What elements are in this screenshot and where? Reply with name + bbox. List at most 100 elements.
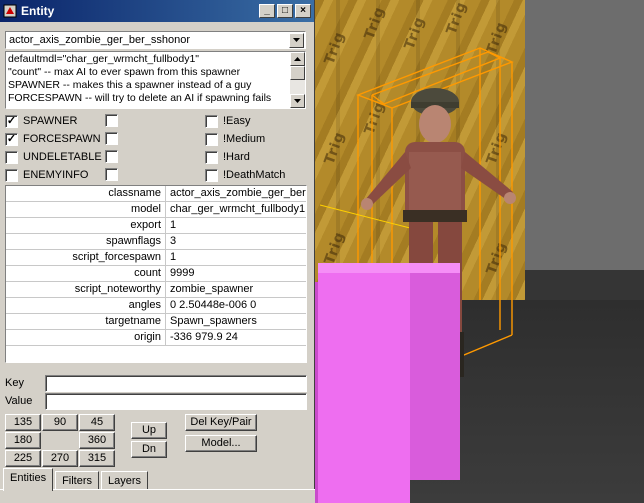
kv-key: model — [6, 202, 166, 217]
angle-90-button[interactable]: 90 — [42, 414, 78, 431]
checkbox-checked-icon[interactable]: ✓ — [5, 114, 18, 128]
angle-135-button[interactable]: 135 — [5, 414, 41, 431]
tab-layers[interactable]: Layers — [101, 471, 149, 491]
checkbox-icon[interactable] — [105, 132, 118, 145]
flag-label: FORCESPAWN — [23, 133, 101, 145]
flag-spawner[interactable]: ✓ SPAWNER — [5, 113, 77, 129]
flag-label: SPAWNER — [23, 115, 78, 127]
table-row[interactable]: export 1 — [6, 218, 306, 234]
pink-brush-top — [318, 263, 460, 273]
scroll-up-icon[interactable] — [290, 52, 305, 66]
value-input[interactable] — [45, 393, 307, 410]
kv-value: 1 — [170, 219, 177, 231]
checkbox-icon[interactable] — [105, 168, 118, 181]
table-row[interactable]: model char_ger_wrmcht_fullbody1 — [6, 202, 306, 218]
scroll-down-icon[interactable] — [290, 94, 305, 108]
kv-key: script_forcespawn — [6, 250, 166, 265]
angle-270-button[interactable]: 270 — [42, 450, 78, 467]
kv-key: targetname — [6, 314, 166, 329]
checkbox-icon[interactable] — [5, 168, 18, 182]
angle-180-button[interactable]: 180 — [5, 432, 41, 449]
table-row[interactable]: angles 0 2.50448e-006 0 — [6, 298, 306, 314]
kv-key: script_noteworthy — [6, 282, 166, 297]
scroll-thumb[interactable] — [290, 66, 305, 80]
checkbox-icon[interactable] — [205, 114, 218, 128]
flag-not-easy[interactable]: !Easy — [205, 113, 251, 129]
angle-360-button[interactable]: 360 — [79, 432, 115, 449]
kv-value: zombie_spawner — [170, 283, 254, 295]
tab-filters[interactable]: Filters — [55, 471, 100, 491]
tab-panel-edge — [0, 489, 315, 503]
angle-45-button[interactable]: 45 — [79, 414, 115, 431]
flag-not-deathmatch[interactable]: !DeathMatch — [205, 167, 285, 183]
tab-entities[interactable]: Entities — [3, 468, 54, 491]
kv-key: angles — [6, 298, 166, 313]
keyvalue-table[interactable]: classname actor_axis_zombie_ger_ber model… — [5, 185, 307, 363]
flag-label: !DeathMatch — [223, 169, 286, 181]
pink-brush-side — [410, 265, 460, 480]
checkbox-icon[interactable] — [5, 150, 18, 164]
entity-description[interactable]: defaultmdl="char_ger_wrmcht_fullbody1" "… — [5, 51, 306, 109]
kv-value: 9999 — [170, 267, 195, 279]
kv-value: 0 2.50448e-006 0 — [170, 299, 257, 311]
chevron-down-icon[interactable] — [289, 32, 304, 48]
table-row[interactable]: targetname Spawn_spawners — [6, 314, 306, 330]
kv-value: char_ger_wrmcht_fullbody1 — [170, 203, 306, 215]
down-button[interactable]: Dn — [131, 441, 167, 458]
kv-key: classname — [6, 186, 166, 201]
table-row[interactable]: origin -336 979.9 24 — [6, 330, 306, 346]
kv-key: origin — [6, 330, 166, 345]
description-line: defaultmdl="char_ger_wrmcht_fullbody1" — [8, 53, 200, 65]
window-title: Entity — [21, 4, 55, 18]
table-row[interactable]: classname actor_axis_zombie_ger_ber — [6, 186, 306, 202]
maximize-button[interactable]: □ — [277, 4, 293, 18]
classname-combo[interactable]: actor_axis_zombie_ger_ber_sshonor — [5, 31, 306, 49]
kv-value: 1 — [170, 251, 177, 263]
flag-label: ENEMYINFO — [23, 169, 89, 181]
minimize-button[interactable]: _ — [259, 4, 275, 18]
flag-not-hard[interactable]: !Hard — [205, 149, 250, 165]
flag-enemyinfo[interactable]: ENEMYINFO — [5, 167, 88, 183]
checkbox-icon[interactable] — [105, 150, 118, 163]
pink-brush[interactable] — [318, 270, 410, 503]
checkbox-checked-icon[interactable]: ✓ — [5, 132, 18, 146]
flag-label: !Hard — [223, 151, 250, 163]
table-row[interactable]: count 9999 — [6, 266, 306, 282]
kv-value: actor_axis_zombie_ger_ber — [170, 187, 306, 199]
key-input[interactable] — [45, 375, 307, 392]
table-row[interactable]: spawnflags 3 — [6, 234, 306, 250]
spawnflags-group: ✓ SPAWNER ✓ FORCESPAWN UNDELETABLE ENEMY… — [5, 113, 305, 185]
key-label: Key — [5, 377, 24, 389]
checkbox-icon[interactable] — [205, 150, 218, 164]
value-label: Value — [5, 395, 33, 407]
angle-315-button[interactable]: 315 — [79, 450, 115, 467]
description-scrollbar[interactable] — [290, 52, 305, 108]
table-row[interactable]: script_noteworthy zombie_spawner — [6, 282, 306, 298]
window-app-icon — [3, 4, 17, 18]
title-bar[interactable]: Entity _ □ × — [0, 0, 314, 22]
angle-225-button[interactable]: 225 — [5, 450, 41, 467]
flag-label: UNDELETABLE — [23, 151, 102, 163]
flag-forcespawn[interactable]: ✓ FORCESPAWN — [5, 131, 101, 147]
description-line: FORCESPAWN -- will try to delete an AI i… — [8, 92, 272, 104]
flag-not-medium[interactable]: !Medium — [205, 131, 265, 147]
up-button[interactable]: Up — [131, 422, 167, 439]
del-keypair-button[interactable]: Del Key/Pair — [185, 414, 257, 431]
classname-combo-value: actor_axis_zombie_ger_ber_sshonor — [9, 34, 190, 46]
checkbox-icon[interactable] — [205, 132, 218, 146]
tab-bar: Entities Filters Layers — [3, 468, 150, 491]
model-button[interactable]: Model... — [185, 435, 257, 452]
close-button[interactable]: × — [295, 4, 311, 18]
kv-key: export — [6, 218, 166, 233]
description-line: "count" -- max AI to ever spawn from thi… — [8, 66, 241, 78]
flag-undeletable[interactable]: UNDELETABLE — [5, 149, 102, 165]
checkbox-icon[interactable] — [105, 114, 118, 127]
table-row[interactable]: script_forcespawn 1 — [6, 250, 306, 266]
checkbox-icon[interactable] — [205, 168, 218, 182]
kv-value: 3 — [170, 235, 177, 247]
entity-window: Entity _ □ × actor_axis_zombie_ger_ber_s… — [0, 0, 315, 503]
kv-key: count — [6, 266, 166, 281]
description-line: SPAWNER -- makes this a spawner instead … — [8, 79, 252, 91]
flag-label: !Medium — [223, 133, 266, 145]
kv-key: spawnflags — [6, 234, 166, 249]
